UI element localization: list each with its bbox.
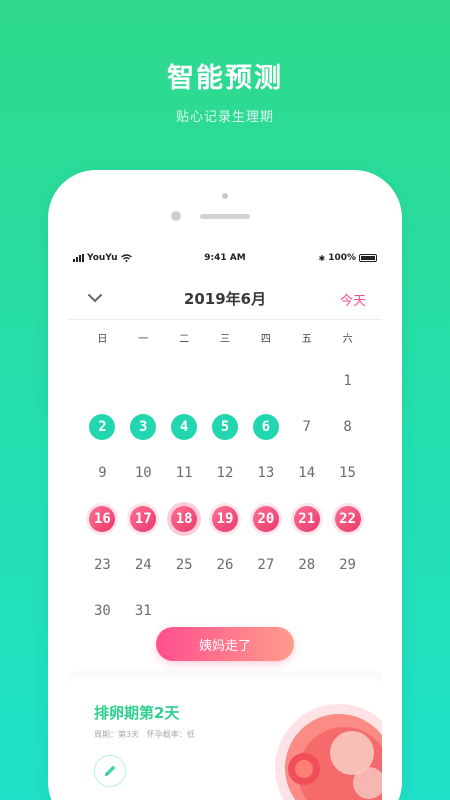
phone-frame: YouYu 9:41 AM ✱ 100% 2019年6月 今天 日 一 二 三 四 五 六	[48, 170, 402, 800]
calendar-day[interactable]: 6	[245, 404, 286, 450]
calendar-day-number: 14	[298, 465, 316, 481]
today-button[interactable]: 今天	[340, 290, 366, 309]
calendar-day-number: 26	[216, 557, 234, 573]
calendar-day-number: 4	[171, 414, 198, 440]
calendar-day[interactable]: 21	[286, 496, 327, 542]
calendar-day-number: 31	[134, 603, 152, 619]
calendar-day[interactable]: 15	[327, 450, 368, 496]
calendar-day[interactable]: 30	[82, 588, 123, 634]
calendar-day-number: 29	[339, 557, 356, 573]
calendar-day-number: 15	[339, 465, 356, 481]
calendar-day-number: 2	[89, 414, 116, 440]
bluetooth-icon: ✱	[318, 253, 326, 263]
calendar-day[interactable]: 24	[123, 542, 164, 588]
weekday-label: 四	[260, 334, 271, 345]
phone-camera	[171, 211, 181, 221]
calendar-day-number: 6	[252, 414, 279, 440]
calendar-day[interactable]: 14	[286, 450, 327, 496]
calendar-header: 2019年6月 今天	[68, 276, 382, 320]
weekday-label: 日	[97, 334, 108, 345]
calendar-day[interactable]: 4	[164, 404, 205, 450]
calendar-day-number: 25	[175, 557, 193, 573]
weekday-label: 二	[179, 334, 190, 345]
calendar-day[interactable]: 23	[82, 542, 123, 588]
calendar-day[interactable]: 27	[245, 542, 286, 588]
ovulation-card: 排卵期第2天 周期：第3天 怀孕概率：低	[68, 675, 382, 800]
battery-icon	[359, 254, 377, 262]
calendar-day[interactable]: 2	[82, 404, 123, 450]
calendar-blank	[205, 358, 246, 404]
calendar-day[interactable]: 11	[164, 450, 205, 496]
card-title: 排卵期第2天	[94, 704, 180, 722]
calendar-day-number: 10	[134, 465, 152, 481]
calendar-day-number: 27	[257, 557, 275, 573]
calendar-day[interactable]: 7	[286, 404, 327, 450]
weekday-label: 一	[138, 334, 149, 345]
calendar-day-number: 18	[171, 506, 198, 532]
calendar-day[interactable]: 29	[327, 542, 368, 588]
calendar-day[interactable]: 25	[164, 542, 205, 588]
weekday-label: 六	[342, 334, 353, 345]
calendar-day-number: 21	[293, 506, 320, 532]
calendar-day-number: 12	[216, 465, 234, 481]
calendar-day-number: 5	[211, 414, 238, 440]
weekday-label: 三	[219, 334, 230, 345]
calendar-grid: 1 2 3 4 5 6 7 8 9 10 11 12 13 14 15 16 17 18 19 20 21 22 23 24 2…	[82, 358, 368, 634]
calendar-blank	[123, 358, 164, 404]
calendar-day-number: 17	[130, 506, 157, 532]
edit-button[interactable]	[94, 755, 126, 787]
calendar-day-number: 9	[98, 465, 107, 481]
calendar-day-number: 13	[257, 465, 275, 481]
weekday-label: 五	[301, 334, 312, 345]
calendar-day[interactable]: 9	[82, 450, 123, 496]
calendar-blank	[286, 358, 327, 404]
calendar-day-number: 28	[298, 557, 316, 573]
calendar-day[interactable]: 16	[82, 496, 123, 542]
calendar-day[interactable]: 17	[123, 496, 164, 542]
calendar-day[interactable]: 8	[327, 404, 368, 450]
calendar-day-number: 16	[89, 506, 116, 532]
calendar-day-number: 19	[211, 506, 238, 532]
calendar-blank	[82, 358, 123, 404]
calendar-day[interactable]: 5	[205, 404, 246, 450]
calendar-day[interactable]: 31	[123, 588, 164, 634]
phone-screen: YouYu 9:41 AM ✱ 100% 2019年6月 今天 日 一 二 三 四 五 六	[68, 250, 382, 800]
month-title: 2019年6月	[183, 290, 267, 308]
calendar-day[interactable]: 3	[123, 404, 164, 450]
hero-title: 智能预测	[167, 63, 283, 94]
phone-sensor	[222, 193, 228, 199]
calendar-day-number: 20	[252, 506, 279, 532]
card-subtitle: 周期：第3天 怀孕概率：低	[94, 730, 195, 739]
calendar-day-number: 1	[343, 373, 352, 389]
battery-percent: 100%	[328, 253, 356, 263]
calendar-day-number: 3	[130, 414, 157, 440]
calendar-blank	[164, 358, 205, 404]
calendar-day[interactable]: 26	[205, 542, 246, 588]
period-ended-button[interactable]: 姨妈走了	[156, 627, 294, 661]
calendar-day-number: 22	[334, 506, 361, 532]
pencil-icon	[105, 765, 116, 776]
calendar-day-number: 24	[134, 557, 152, 573]
calendar-day[interactable]: 13	[245, 450, 286, 496]
hero-subtitle: 贴心记录生理期	[175, 110, 274, 125]
calendar-day[interactable]: 12	[205, 450, 246, 496]
status-bar: YouYu 9:41 AM ✱ 100%	[68, 250, 382, 268]
calendar-day[interactable]: 1	[327, 358, 368, 404]
calendar-day[interactable]: 22	[327, 496, 368, 542]
egg-cell-illustration	[275, 704, 382, 800]
calendar-day-number: 7	[302, 419, 311, 435]
calendar-day-number: 8	[343, 419, 352, 435]
calendar-day[interactable]: 20	[245, 496, 286, 542]
calendar-day-number: 11	[175, 465, 193, 481]
calendar-day[interactable]: 18	[164, 496, 205, 542]
calendar-blank	[245, 358, 286, 404]
calendar-day[interactable]: 28	[286, 542, 327, 588]
phone-speaker	[200, 214, 250, 219]
calendar-day[interactable]: 10	[123, 450, 164, 496]
calendar-day[interactable]: 19	[205, 496, 246, 542]
weekday-row: 日一二三四五六	[82, 330, 368, 345]
calendar-day-number: 30	[93, 603, 111, 619]
calendar-day-number: 23	[93, 557, 111, 573]
